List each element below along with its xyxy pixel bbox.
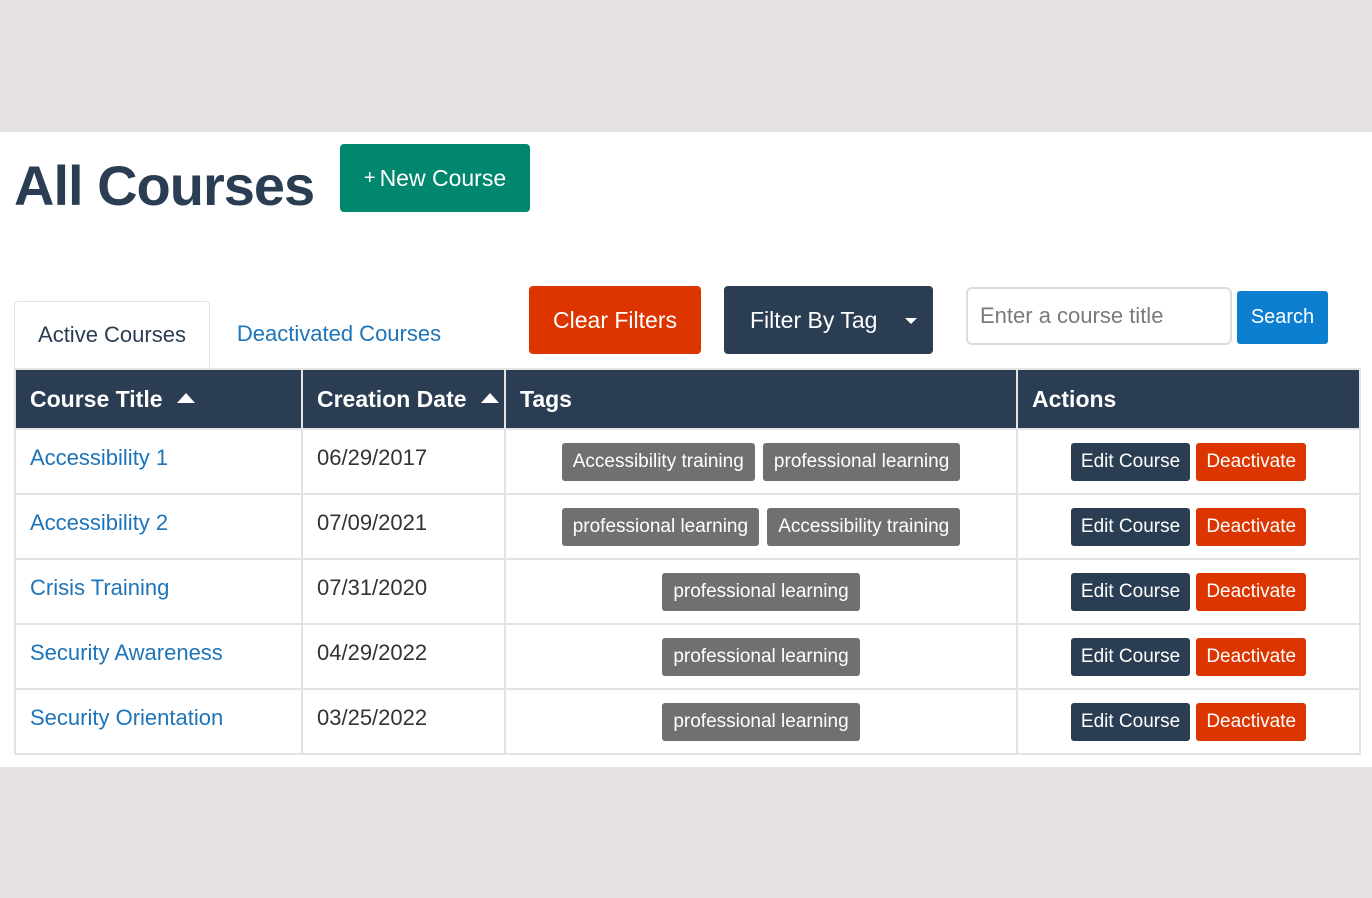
column-header-tags: Tags	[504, 368, 1018, 430]
tags-cell: Accessibility training professional lear…	[504, 428, 1018, 495]
deactivate-button[interactable]: Deactivate	[1196, 637, 1307, 676]
filter-by-tag-dropdown[interactable]: Filter By Tag	[724, 286, 933, 354]
creation-date-cell: 07/31/2020	[301, 558, 506, 625]
creation-date: 07/09/2021	[317, 509, 428, 535]
column-header-actions: Actions	[1016, 368, 1361, 430]
page-title: All Courses	[14, 154, 315, 217]
tag-badge: professional learning	[762, 442, 961, 481]
column-label: Course Title	[30, 385, 163, 412]
tab-active-courses[interactable]: Active Courses	[14, 301, 210, 367]
table-row: Security Orientation 03/25/2022 profession…	[14, 688, 1361, 755]
column-label: Actions	[1032, 385, 1117, 412]
column-header-course-title[interactable]: Course Title	[14, 368, 303, 430]
course-title-link[interactable]: Security Orientation	[30, 705, 223, 730]
sort-ascending-icon	[176, 393, 195, 404]
course-title-cell: Accessibility 1	[14, 428, 303, 495]
tags-cell: professional learning	[504, 623, 1018, 690]
creation-date-cell: 03/25/2022	[301, 688, 506, 755]
sort-ascending-icon	[480, 393, 499, 404]
tab-label: Deactivated Courses	[236, 321, 442, 346]
column-header-creation-date[interactable]: Creation Date	[301, 368, 506, 430]
edit-course-button[interactable]: Edit Course	[1070, 572, 1191, 611]
actions-cell: Edit Course Deactivate	[1016, 623, 1361, 690]
plus-icon: +	[363, 166, 376, 189]
creation-date-cell: 04/29/2022	[301, 623, 506, 690]
creation-date: 06/29/2017	[317, 444, 428, 470]
caret-down-icon	[905, 318, 917, 324]
course-title-cell: Accessibility 2	[14, 493, 303, 560]
tags-cell: professional learning	[504, 688, 1018, 755]
creation-date-cell: 07/09/2021	[301, 493, 506, 560]
course-title-cell: Crisis Training	[14, 558, 303, 625]
search-button[interactable]: Search	[1237, 291, 1328, 344]
new-course-button[interactable]: + New Course	[340, 144, 530, 212]
edit-course-button[interactable]: Edit Course	[1070, 442, 1191, 481]
courses-table: Course Title Creation Date Tags Actions …	[14, 368, 1361, 755]
course-title-link[interactable]: Security Awareness	[30, 640, 223, 665]
tag-badge: professional learning	[662, 637, 860, 676]
course-title-link[interactable]: Crisis Training	[30, 575, 169, 600]
tag-badge: professional learning	[662, 572, 860, 611]
table-row: Accessibility 2 07/09/2021 professional le…	[14, 493, 1361, 560]
tab-deactivated-courses[interactable]: Deactivated Courses	[224, 301, 454, 367]
clear-filters-button[interactable]: Clear Filters	[529, 286, 701, 354]
deactivate-button[interactable]: Deactivate	[1196, 572, 1307, 611]
column-label: Tags	[520, 385, 572, 412]
deactivate-button[interactable]: Deactivate	[1196, 442, 1307, 481]
edit-course-button[interactable]: Edit Course	[1070, 637, 1191, 676]
new-course-label: New Course	[379, 164, 507, 191]
table-row: Security Awareness 04/29/2022 professional…	[14, 623, 1361, 690]
creation-date: 07/31/2020	[317, 574, 428, 600]
tag-badge: professional learning	[561, 507, 760, 546]
edit-course-button[interactable]: Edit Course	[1070, 702, 1191, 741]
table-header-row: Course Title Creation Date Tags Actions	[14, 368, 1361, 430]
actions-cell: Edit Course Deactivate	[1016, 688, 1361, 755]
tags-cell: professional learning Accessibility trai…	[504, 493, 1018, 560]
tab-label: Active Courses	[38, 321, 186, 347]
creation-date-cell: 06/29/2017	[301, 428, 506, 495]
course-title-link[interactable]: Accessibility 1	[30, 445, 168, 470]
course-title-cell: Security Awareness	[14, 623, 303, 690]
course-title-link[interactable]: Accessibility 2	[30, 510, 168, 535]
edit-course-button[interactable]: Edit Course	[1070, 507, 1191, 546]
filter-by-tag-label: Filter By Tag	[750, 306, 878, 333]
creation-date: 03/25/2022	[317, 704, 428, 730]
actions-cell: Edit Course Deactivate	[1016, 428, 1361, 495]
tag-badge: Accessibility training	[561, 442, 755, 481]
table-row: Crisis Training 07/31/2020 professional le…	[14, 558, 1361, 625]
course-title-cell: Security Orientation	[14, 688, 303, 755]
column-label: Creation Date	[317, 385, 467, 412]
tag-badge: professional learning	[662, 702, 860, 741]
deactivate-button[interactable]: Deactivate	[1196, 702, 1307, 741]
actions-cell: Edit Course Deactivate	[1016, 493, 1361, 560]
actions-cell: Edit Course Deactivate	[1016, 558, 1361, 625]
tag-badge: Accessibility training	[767, 507, 961, 546]
tags-cell: professional learning	[504, 558, 1018, 625]
creation-date: 04/29/2022	[317, 639, 428, 665]
course-search-input[interactable]	[966, 287, 1232, 345]
table-row: Accessibility 1 06/29/2017 Accessibility t…	[14, 428, 1361, 495]
deactivate-button[interactable]: Deactivate	[1196, 507, 1307, 546]
